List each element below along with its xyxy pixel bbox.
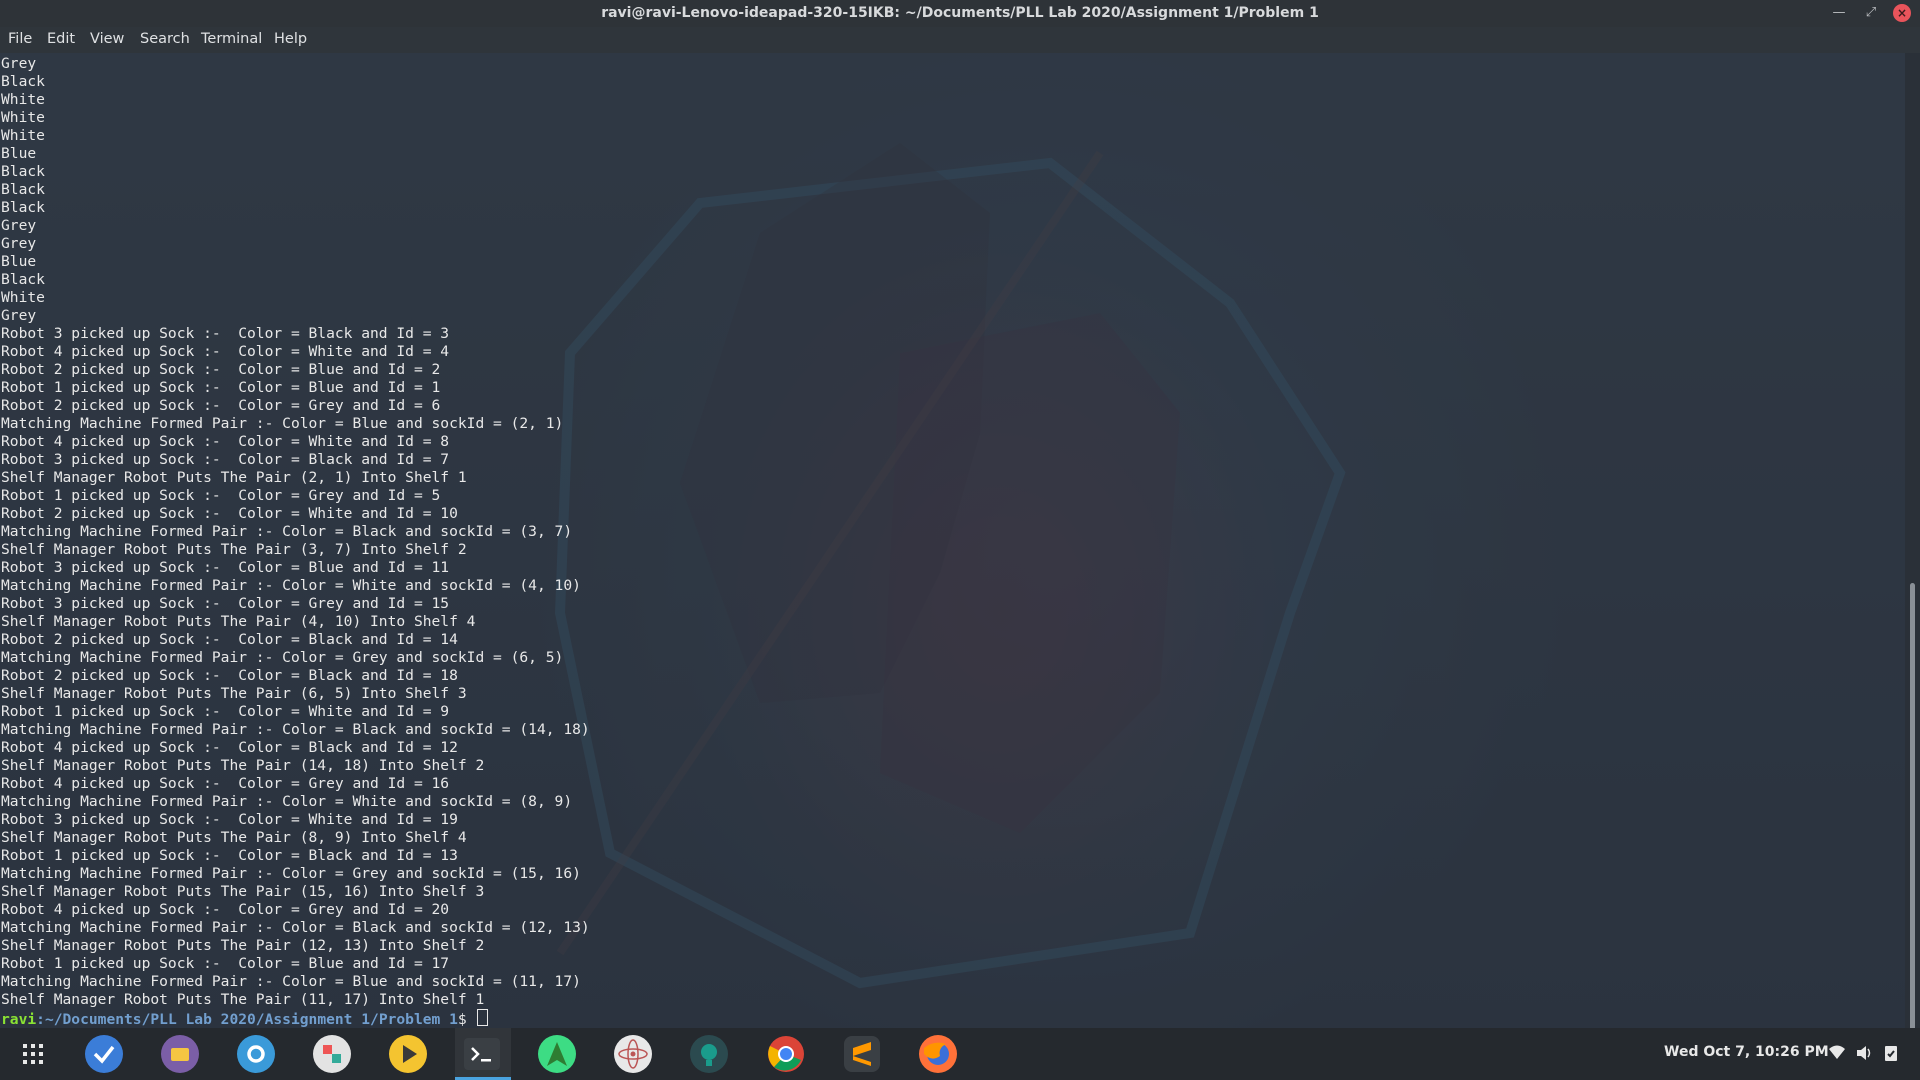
terminal-line: Matching Machine Formed Pair :- Color = … bbox=[1, 649, 564, 666]
terminal-scrollbar[interactable] bbox=[1905, 53, 1920, 1078]
terminal-line: Black bbox=[1, 181, 45, 198]
terminal-line: Robot 1 picked up Sock :- Color = Blue a… bbox=[1, 955, 450, 972]
terminal-icon[interactable] bbox=[460, 1032, 504, 1076]
app-launcher-icon[interactable] bbox=[11, 1032, 55, 1076]
terminal-line: Shelf Manager Robot Puts The Pair (3, 7)… bbox=[1, 541, 467, 558]
terminal-line: White bbox=[1, 91, 45, 108]
clock[interactable]: Wed Oct 7, 10:26 PM bbox=[1664, 1044, 1829, 1060]
terminal-line: Robot 2 picked up Sock :- Color = White … bbox=[1, 505, 458, 522]
terminal-line: Grey bbox=[1, 217, 37, 234]
terminal-line: Robot 1 picked up Sock :- Color = Blue a… bbox=[1, 379, 441, 396]
taskbar: Wed Oct 7, 10:26 PM bbox=[0, 1028, 1920, 1080]
prompt-symbol: $ bbox=[457, 1011, 476, 1028]
terminal-line: Black bbox=[1, 271, 45, 288]
volume-icon[interactable] bbox=[1855, 1044, 1873, 1062]
wifi-icon[interactable] bbox=[1828, 1044, 1846, 1062]
prompt-user: ravi bbox=[1, 1011, 37, 1028]
chrome-icon[interactable] bbox=[764, 1032, 808, 1076]
terminal-line: Matching Machine Formed Pair :- Color = … bbox=[1, 577, 581, 594]
menu-terminal[interactable]: Terminal bbox=[201, 31, 262, 47]
terminal-line: Robot 1 picked up Sock :- Color = White … bbox=[1, 703, 450, 720]
minimize-icon[interactable]: — bbox=[1830, 4, 1848, 22]
media-player-icon[interactable] bbox=[386, 1032, 430, 1076]
terminal-line: Robot 4 picked up Sock :- Color = White … bbox=[1, 433, 450, 450]
terminal-line: Matching Machine Formed Pair :- Color = … bbox=[1, 415, 564, 432]
menu-view[interactable]: View bbox=[90, 31, 124, 47]
settings-icon[interactable] bbox=[234, 1032, 278, 1076]
terminal-lines: Grey Black White White White Blue Black Black Bl… bbox=[1, 55, 590, 1028]
window-titlebar[interactable]: ravi@ravi-Lenovo-ideapad-320-15IKB: ~/Do… bbox=[0, 0, 1920, 27]
prompt-path: :~/Documents/PLL Lab 2020/Assignment 1/P… bbox=[36, 1011, 458, 1028]
android-studio-icon[interactable] bbox=[535, 1032, 579, 1076]
terminal-line: Robot 3 picked up Sock :- Color = Black … bbox=[1, 451, 450, 468]
terminal-line: Shelf Manager Robot Puts The Pair (15, 1… bbox=[1, 883, 485, 900]
terminal-line: Robot 2 picked up Sock :- Color = Black … bbox=[1, 631, 458, 648]
maximize-icon[interactable]: ⤢ bbox=[1862, 4, 1880, 22]
terminal-line: Robot 3 picked up Sock :- Color = White … bbox=[1, 811, 458, 828]
terminal-line: Shelf Manager Robot Puts The Pair (6, 5)… bbox=[1, 685, 467, 702]
menu-file[interactable]: File bbox=[8, 31, 32, 47]
gitkraken-icon[interactable] bbox=[687, 1032, 731, 1076]
notifications-icon[interactable] bbox=[1882, 1044, 1900, 1062]
terminal-line: Robot 2 picked up Sock :- Color = Black … bbox=[1, 667, 458, 684]
terminal-line: Blue bbox=[1, 253, 37, 270]
terminal-output[interactable]: Grey Black White White White Blue Black Black Bl… bbox=[0, 53, 1905, 1028]
shell-prompt[interactable]: ravi:~/Documents/PLL Lab 2020/Assignment… bbox=[1, 1009, 590, 1028]
terminal-line: Matching Machine Formed Pair :- Color = … bbox=[1, 721, 590, 738]
text-cursor bbox=[477, 1009, 489, 1026]
terminal-line: White bbox=[1, 109, 45, 126]
tasks-icon[interactable] bbox=[82, 1032, 126, 1076]
terminal-line: Robot 1 picked up Sock :- Color = Grey a… bbox=[1, 487, 441, 504]
terminal-line: Blue bbox=[1, 145, 37, 162]
terminal-line: Black bbox=[1, 199, 45, 216]
terminal-line: Robot 4 picked up Sock :- Color = White … bbox=[1, 343, 450, 360]
terminal-line: Robot 4 picked up Sock :- Color = Grey a… bbox=[1, 901, 450, 918]
terminal-line: Robot 4 picked up Sock :- Color = Grey a… bbox=[1, 775, 450, 792]
menu-help[interactable]: Help bbox=[274, 31, 307, 47]
terminal-line: Matching Machine Formed Pair :- Color = … bbox=[1, 919, 590, 936]
menu-edit[interactable]: Edit bbox=[47, 31, 75, 47]
terminal-line: White bbox=[1, 127, 45, 144]
terminal-line: Shelf Manager Robot Puts The Pair (14, 1… bbox=[1, 757, 485, 774]
menubar: File Edit View Search Terminal Help bbox=[0, 27, 1920, 53]
terminal-line: Robot 1 picked up Sock :- Color = Black … bbox=[1, 847, 458, 864]
terminal-line: Matching Machine Formed Pair :- Color = … bbox=[1, 793, 573, 810]
terminal-line: Shelf Manager Robot Puts The Pair (4, 10… bbox=[1, 613, 476, 630]
terminal-line: Robot 2 picked up Sock :- Color = Grey a… bbox=[1, 397, 441, 414]
window-title: ravi@ravi-Lenovo-ideapad-320-15IKB: ~/Do… bbox=[601, 5, 1319, 21]
terminal-line: White bbox=[1, 289, 45, 306]
terminal-line: Robot 4 picked up Sock :- Color = Black … bbox=[1, 739, 458, 756]
terminal-line: Grey bbox=[1, 307, 37, 324]
terminal-line: Shelf Manager Robot Puts The Pair (12, 1… bbox=[1, 937, 485, 954]
terminal-line: Robot 3 picked up Sock :- Color = Blue a… bbox=[1, 559, 450, 576]
files-icon[interactable] bbox=[158, 1032, 202, 1076]
close-icon[interactable]: × bbox=[1893, 4, 1911, 22]
terminal-line: Grey bbox=[1, 55, 37, 72]
terminal-line: Shelf Manager Robot Puts The Pair (8, 9)… bbox=[1, 829, 467, 846]
terminal-line: Matching Machine Formed Pair :- Color = … bbox=[1, 865, 581, 882]
terminal-line: Robot 3 picked up Sock :- Color = Grey a… bbox=[1, 595, 450, 612]
terminal-line: Shelf Manager Robot Puts The Pair (11, 1… bbox=[1, 991, 485, 1008]
terminal-line: Matching Machine Formed Pair :- Color = … bbox=[1, 523, 573, 540]
sublime-text-icon[interactable] bbox=[840, 1032, 884, 1076]
terminal-line: Black bbox=[1, 163, 45, 180]
menu-search[interactable]: Search bbox=[140, 31, 190, 47]
terminal-line: Robot 3 picked up Sock :- Color = Black … bbox=[1, 325, 450, 342]
terminal-line: Robot 2 picked up Sock :- Color = Blue a… bbox=[1, 361, 441, 378]
terminal-line: Grey bbox=[1, 235, 37, 252]
switcher-icon[interactable] bbox=[310, 1032, 354, 1076]
terminal-line: Black bbox=[1, 73, 45, 90]
scrollbar-thumb[interactable] bbox=[1910, 583, 1915, 1078]
atom-icon[interactable] bbox=[611, 1032, 655, 1076]
terminal-line: Shelf Manager Robot Puts The Pair (2, 1)… bbox=[1, 469, 467, 486]
terminal-line: Matching Machine Formed Pair :- Color = … bbox=[1, 973, 581, 990]
firefox-icon[interactable] bbox=[916, 1032, 960, 1076]
